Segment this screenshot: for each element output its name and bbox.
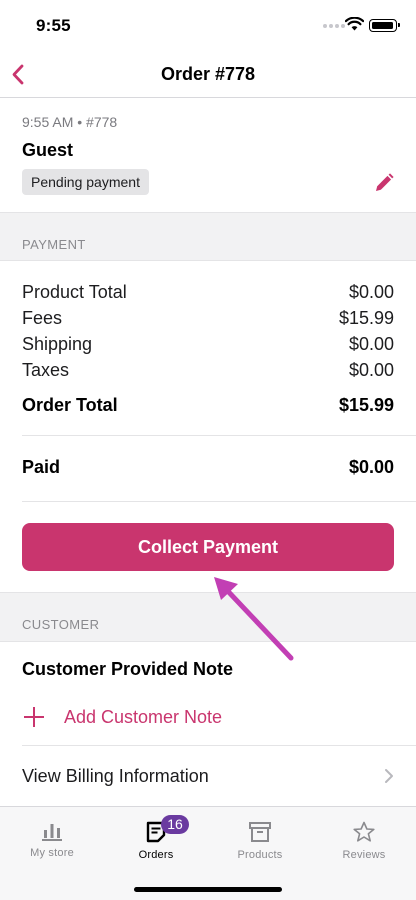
cellular-signal-icon	[323, 24, 345, 28]
payment-row-label: Taxes	[22, 360, 70, 380]
payment-row-value: $0.00	[348, 282, 394, 302]
tab-reviews[interactable]: Reviews	[312, 815, 416, 871]
chevron-right-icon	[385, 769, 393, 783]
orders-count-badge: 16	[161, 815, 189, 834]
tab-label: Orders	[138, 849, 174, 861]
navigation-bar: Order #778	[0, 52, 416, 98]
payment-row-label: Product Total	[22, 282, 127, 302]
star-icon	[353, 821, 375, 842]
payment-row-taxes: Taxes $0.00	[22, 360, 394, 381]
view-billing-information-row[interactable]: View Billing Information	[0, 746, 416, 806]
battery-icon	[369, 19, 400, 32]
customer-section-header: CUSTOMER	[0, 592, 416, 642]
pencil-icon[interactable]	[374, 173, 394, 193]
payment-row-value: $15.99	[338, 308, 394, 328]
archive-box-icon	[249, 822, 271, 842]
payment-row-value: $0.00	[348, 360, 394, 380]
payment-header-label: PAYMENT	[22, 237, 86, 252]
payment-row-label: Shipping	[22, 334, 93, 354]
plus-icon	[22, 705, 46, 729]
page-title: Order #778	[160, 64, 256, 84]
tab-label: Products	[237, 849, 283, 861]
billing-label: View Billing Information	[22, 766, 209, 786]
customer-name: Guest	[22, 140, 74, 160]
divider	[22, 501, 416, 502]
status-time: 9:55	[36, 16, 71, 35]
add-customer-note-label: Add Customer Note	[64, 706, 223, 727]
divider	[22, 435, 416, 436]
collect-payment-button[interactable]: Collect Payment	[22, 523, 394, 571]
paid-row: Paid $0.00	[22, 457, 394, 478]
order-total-row: Order Total $15.99	[22, 395, 394, 416]
payment-row-fees: Fees $15.99	[22, 308, 394, 329]
customer-note-title: Customer Provided Note	[22, 659, 234, 679]
payment-section-header: PAYMENT	[0, 212, 416, 261]
tab-products[interactable]: Products	[208, 815, 312, 871]
bar-chart-icon	[42, 824, 62, 841]
status-badge: Pending payment	[22, 169, 149, 195]
payment-row-label: Fees	[22, 308, 63, 328]
tab-label: Reviews	[342, 849, 386, 861]
payment-row-value: $0.00	[348, 334, 394, 354]
order-meta: 9:55 AM • #778	[22, 114, 118, 130]
customer-header-label: CUSTOMER	[22, 617, 100, 632]
wifi-icon	[345, 17, 364, 31]
tab-orders[interactable]: 16 Orders	[104, 815, 208, 871]
payment-row-shipping: Shipping $0.00	[22, 334, 394, 355]
home-indicator[interactable]	[134, 887, 282, 892]
payment-row-product-total: Product Total $0.00	[22, 282, 394, 303]
status-bar: 9:55	[0, 0, 416, 52]
add-customer-note-button[interactable]: Add Customer Note	[22, 701, 222, 733]
paid-label: Paid	[22, 457, 61, 477]
tab-label: My store	[30, 847, 74, 859]
tab-bar: My store 16 Orders Products Reviews	[0, 806, 416, 900]
order-summary: 9:55 AM • #778 Guest Pending payment	[0, 99, 416, 212]
order-total-value: $15.99	[338, 395, 394, 415]
tab-my-store[interactable]: My store	[0, 815, 104, 871]
order-total-label: Order Total	[22, 395, 118, 415]
paid-value: $0.00	[348, 457, 394, 477]
